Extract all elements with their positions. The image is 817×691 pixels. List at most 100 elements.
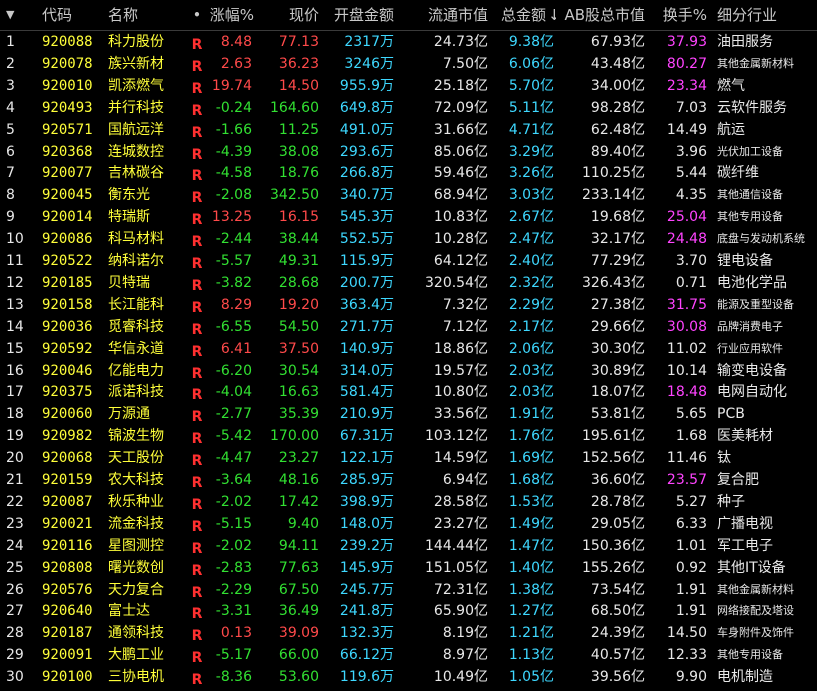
price: 18.76 <box>278 165 319 182</box>
table-row[interactable]: 14 920036 觅睿科技 R -6.55 54.50 271.7万 7.12亿 2.17亿 2… <box>0 316 817 338</box>
table-row[interactable]: 12 920185 贝特瑞 R -3.82 28.68 200.7万 320.54亿 2.32亿… <box>0 272 817 294</box>
column-header-ab-mv[interactable]: AB股总市值 <box>560 0 645 30</box>
total-amount: 2.06亿 <box>508 340 554 357</box>
column-header-name[interactable]: 名称 <box>108 0 176 30</box>
float-market-value: 151.05亿 <box>425 559 488 576</box>
row-index: 20 <box>6 450 24 467</box>
total-amount: 1.21亿 <box>508 625 554 642</box>
price: 37.50 <box>278 340 319 357</box>
float-market-value: 65.90亿 <box>433 603 488 620</box>
table-row[interactable]: 2 920078 族兴新材 R 2.63 36.23 3246万 7.50亿 6.06亿 43.4… <box>0 53 817 75</box>
row-index: 26 <box>6 581 24 598</box>
table-row[interactable]: 1 920088 科力股份 R 8.48 77.13 2317万 24.73亿 9.38亿 67.… <box>0 31 817 53</box>
stock-ranking-table: ▼ 代码 名称 • 涨幅% 现价 开盘金额 流通市值 总金额 ↓ AB股总市值 … <box>0 0 817 689</box>
industry: 军工电子 <box>717 537 773 554</box>
table-row[interactable]: 29 920091 大鹏工业 R -5.17 66.00 66.12万 8.97亿 1.13亿 4… <box>0 644 817 666</box>
table-row[interactable]: 10 920086 科马材料 R -2.44 38.44 552.5万 10.28亿 2.47亿… <box>0 228 817 250</box>
change-pct: 2.63 <box>220 55 252 72</box>
industry: 其他专用设备 <box>717 210 783 224</box>
industry: 行业应用软件 <box>717 341 783 355</box>
stock-name: 派诺科技 <box>108 384 164 401</box>
table-row[interactable]: 17 920375 派诺科技 R -4.04 16.63 581.4万 10.80亿 2.03亿… <box>0 381 817 403</box>
industry: 燃气 <box>717 77 745 94</box>
table-row[interactable]: 9 920014 特瑞斯 R 13.25 16.15 545.3万 10.83亿 2.67亿 19… <box>0 206 817 228</box>
table-row[interactable]: 13 920158 长江能科 R 8.29 19.20 363.4万 7.32亿 2.29亿 27… <box>0 294 817 316</box>
stock-name: 秋乐种业 <box>108 493 164 510</box>
column-header-open-amount[interactable]: 开盘金额 <box>325 0 394 30</box>
row-index: 12 <box>6 274 24 291</box>
table-row[interactable]: 18 920060 万源通 R -2.77 35.39 210.9万 33.56亿 1.91亿 5… <box>0 403 817 425</box>
column-header-industry[interactable]: 细分行业 <box>717 0 817 30</box>
row-index: 19 <box>6 428 24 445</box>
open-amount: 581.4万 <box>339 384 394 401</box>
table-row[interactable]: 25 920808 曙光数创 R -2.83 77.63 145.9万 151.05亿 1.40… <box>0 557 817 579</box>
industry: 油田服务 <box>717 34 773 50</box>
industry: 医美耗材 <box>717 428 773 445</box>
open-amount: 245.7万 <box>339 581 394 598</box>
industry: 锂电设备 <box>717 253 773 269</box>
table-row[interactable]: 27 920640 富士达 R -3.31 36.49 241.8万 65.90亿 1.27亿 6… <box>0 600 817 622</box>
price: 54.50 <box>278 318 319 335</box>
row-index: 6 <box>6 143 15 160</box>
ab-market-value: 98.28亿 <box>590 99 645 116</box>
change-pct: -4.04 <box>215 384 252 401</box>
total-amount: 1.68亿 <box>508 472 554 488</box>
column-header-flag[interactable]: • <box>190 0 204 30</box>
stock-code: 920046 <box>42 362 93 379</box>
table-row[interactable]: 23 920021 流金科技 R -5.15 9.40 148.0万 23.27亿 1.49亿 2… <box>0 513 817 535</box>
table-row[interactable]: 21 920159 农大科技 R -3.64 48.16 285.9万 6.94亿 1.68亿 3… <box>0 469 817 491</box>
sort-menu-icon[interactable]: ▼ <box>6 0 30 30</box>
stock-code: 920187 <box>42 625 93 642</box>
open-amount: 241.8万 <box>339 603 394 620</box>
stock-name: 曙光数创 <box>108 559 164 576</box>
table-row[interactable]: 30 920100 三协电机 R -8.36 53.60 119.6万 10.49亿 1.05亿… <box>0 666 817 688</box>
column-header-turnover[interactable]: 换手% <box>652 0 707 30</box>
turnover-pct: 37.93 <box>666 34 707 50</box>
column-header-change-pct[interactable]: 涨幅% <box>204 0 254 30</box>
table-row[interactable]: 6 920368 连城数控 R -4.39 38.08 293.6万 85.06亿 3.29亿 8… <box>0 141 817 163</box>
table-row[interactable]: 4 920493 并行科技 R -0.24 164.60 649.8万 72.09亿 5.11亿… <box>0 97 817 119</box>
table-row[interactable]: 22 920087 秋乐种业 R -2.02 17.42 398.9万 28.58亿 1.53亿… <box>0 491 817 513</box>
column-header-float-mv[interactable]: 流通市值 <box>400 0 488 30</box>
table-row[interactable]: 3 920010 凯添燃气 R 19.74 14.50 955.9万 25.18亿 5.70亿 3… <box>0 75 817 97</box>
float-market-value: 72.31亿 <box>433 581 488 598</box>
column-header-code[interactable]: 代码 <box>42 0 100 30</box>
table-row[interactable]: 19 920982 锦波生物 R -5.42 170.00 67.31万 103.12亿 1.7… <box>0 425 817 447</box>
stock-name: 星图测控 <box>108 537 164 554</box>
table-row[interactable]: 11 920522 纳科诺尔 R -5.57 49.31 115.9万 64.12亿 2.40亿… <box>0 250 817 272</box>
price: 19.20 <box>278 296 319 313</box>
open-amount: 122.1万 <box>339 450 394 467</box>
table-row[interactable]: 8 920045 衡东光 R -2.08 342.50 340.7万 68.94亿 3.03亿 2… <box>0 184 817 206</box>
column-header-total-amount[interactable]: 总金额 <box>494 0 546 30</box>
industry: 电机制造 <box>717 669 773 686</box>
open-amount: 314.0万 <box>339 362 394 379</box>
row-index: 1 <box>6 34 15 50</box>
stock-name: 特瑞斯 <box>108 209 150 226</box>
table-row[interactable]: 15 920592 华信永道 R 6.41 37.50 140.9万 18.86亿 2.06亿 3… <box>0 338 817 360</box>
industry: 能源及重型设备 <box>717 297 794 311</box>
ab-market-value: 233.14亿 <box>582 187 645 204</box>
price: 48.16 <box>278 472 319 488</box>
price: 36.23 <box>278 55 319 72</box>
table-row[interactable]: 28 920187 通领科技 R 0.13 39.09 132.3万 8.19亿 1.21亿 24… <box>0 622 817 644</box>
industry: 车身附件及饰件 <box>717 626 794 640</box>
table-row[interactable]: 5 920571 国航远洋 R -1.66 11.25 491.0万 31.66亿 4.71亿 6… <box>0 119 817 141</box>
total-amount: 2.17亿 <box>508 318 554 335</box>
table-row[interactable]: 7 920077 吉林碳谷 R -4.58 18.76 266.8万 59.46亿 3.26亿 1… <box>0 162 817 184</box>
column-header-price[interactable]: 现价 <box>258 0 319 30</box>
table-row[interactable]: 16 920046 亿能电力 R -6.20 30.54 314.0万 19.57亿 2.03亿… <box>0 360 817 382</box>
table-row[interactable]: 26 920576 天力复合 R -2.29 67.50 245.7万 72.31亿 1.38亿… <box>0 579 817 601</box>
open-amount: 200.7万 <box>339 274 394 291</box>
change-pct: -3.64 <box>215 472 252 488</box>
industry: 品牌消费电子 <box>717 319 783 333</box>
ab-market-value: 152.56亿 <box>582 450 645 467</box>
row-index: 21 <box>6 472 24 488</box>
table-row[interactable]: 20 920068 天工股份 R -4.47 23.27 122.1万 14.59亿 1.69亿… <box>0 447 817 469</box>
ab-market-value: 73.54亿 <box>590 581 645 598</box>
change-pct: -6.55 <box>215 318 252 335</box>
change-pct: -6.20 <box>215 362 252 379</box>
open-amount: 552.5万 <box>339 231 394 248</box>
float-market-value: 33.56亿 <box>433 406 488 423</box>
table-row[interactable]: 24 920116 星图测控 R -2.02 94.11 239.2万 144.44亿 1.47… <box>0 535 817 557</box>
stock-name: 亿能电力 <box>108 362 164 379</box>
